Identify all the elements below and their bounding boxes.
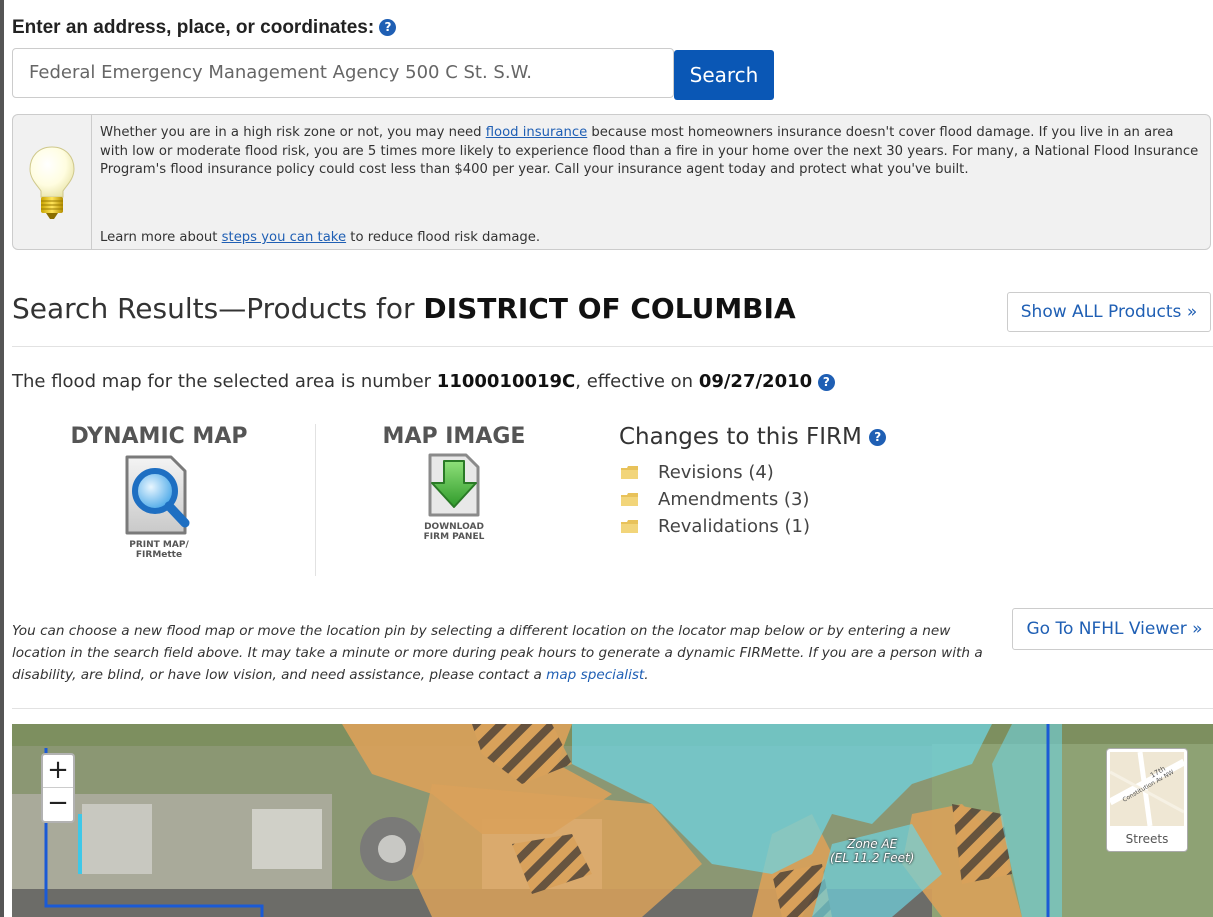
zoom-out-button[interactable]: − — [43, 788, 73, 821]
zoom-in-button[interactable]: + — [43, 755, 73, 788]
basemap-thumbnail: 17th Constitution Av NW — [1110, 752, 1184, 826]
zoom-control: + − — [41, 753, 75, 823]
folder-icon — [621, 520, 638, 533]
zone-ae-label: Zone AE (EL 11.2 Feet) — [830, 837, 914, 865]
flood-map-info: The flood map for the selected area is n… — [12, 371, 835, 392]
changes-title: Changes to this FIRM ? — [619, 424, 887, 450]
page: Enter an address, place, or coordinates:… — [4, 0, 1213, 917]
show-all-products-button[interactable]: Show ALL Products » — [1007, 292, 1211, 332]
change-item-amendments[interactable]: Amendments (3) — [621, 486, 810, 513]
changes-list: Revisions (4) Amendments (3) Revalidatio… — [621, 459, 810, 540]
notice-end: . — [644, 667, 649, 683]
tip-text: Whether you are in a high risk zone or n… — [100, 124, 1200, 180]
product-divider — [315, 424, 316, 576]
location-notice: You can choose a new flood map or move t… — [12, 620, 992, 686]
map-specialist-link[interactable]: map specialist — [546, 667, 644, 683]
map-image-product[interactable]: MAP IMAGE DOWNLOAD FIRM PANEL — [354, 424, 554, 542]
dynamic-map-caption-line1: PRINT MAP/ — [129, 540, 189, 550]
lightbulb-icon — [29, 146, 75, 219]
help-icon[interactable]: ? — [379, 19, 397, 37]
tip-text-start: Whether you are in a high risk zone or n… — [100, 125, 486, 140]
effective-date: 09/27/2010 — [698, 371, 813, 392]
map-imagery — [12, 724, 1213, 917]
basemap-label: Streets — [1125, 832, 1169, 846]
nfhl-viewer-button[interactable]: Go To NFHL Viewer » — [1012, 608, 1213, 650]
address-label: Enter an address, place, or coordinates:… — [12, 17, 397, 39]
map-image-title: MAP IMAGE — [382, 424, 526, 449]
download-icon[interactable] — [422, 453, 486, 517]
flood-insurance-link[interactable]: flood insurance — [486, 125, 587, 140]
map-image-caption-line1: DOWNLOAD — [424, 522, 484, 532]
search-input[interactable]: Federal Emergency Management Agency 500 … — [12, 48, 674, 98]
magnifier-document-icon[interactable] — [119, 453, 199, 537]
dynamic-map-caption: PRINT MAP/ FIRMette — [54, 540, 264, 560]
results-place: DISTRICT OF COLUMBIA — [423, 292, 796, 325]
dynamic-map-product[interactable]: DYNAMIC MAP PRINT MAP/ FIRMette — [54, 424, 264, 560]
change-item-label: Revisions (4) — [658, 462, 774, 483]
flood-map-number: 1100010019C — [436, 371, 576, 392]
help-icon[interactable]: ? — [869, 429, 887, 446]
learn-more-text: Learn more about — [100, 230, 222, 245]
dynamic-map-title: DYNAMIC MAP — [70, 424, 248, 449]
tip-learn-more: Learn more about steps you can take to r… — [100, 230, 540, 245]
divider — [12, 708, 1213, 709]
changes-title-text: Changes to this FIRM — [619, 424, 862, 450]
change-item-revisions[interactable]: Revisions (4) — [621, 459, 810, 486]
flood-map-text-mid: , effective on — [575, 371, 699, 392]
dynamic-map-caption-line2: FIRMette — [135, 550, 183, 560]
tip-icon-column — [13, 115, 92, 249]
learn-more-end: to reduce flood risk damage. — [346, 230, 541, 245]
address-label-text: Enter an address, place, or coordinates: — [12, 17, 375, 38]
folder-icon — [621, 466, 638, 479]
divider — [12, 346, 1213, 347]
help-icon[interactable]: ? — [817, 373, 835, 391]
change-item-label: Revalidations (1) — [658, 516, 810, 537]
change-item-revalidations[interactable]: Revalidations (1) — [621, 513, 810, 540]
map-image-caption-line2: FIRM PANEL — [423, 532, 485, 542]
street-map-icon: 17th Constitution Av NW — [1110, 752, 1184, 826]
notice-text: You can choose a new flood map or move t… — [12, 623, 983, 683]
results-title: Search Results—Products for DISTRICT OF … — [12, 292, 796, 325]
steps-link[interactable]: steps you can take — [222, 230, 346, 245]
zone-label-line1: Zone AE — [847, 837, 898, 851]
folder-icon — [621, 493, 638, 506]
flood-insurance-tip: Whether you are in a high risk zone or n… — [12, 114, 1211, 250]
map-image-caption: DOWNLOAD FIRM PANEL — [354, 522, 554, 542]
locator-map[interactable]: + − Zone AE (EL 11.2 Feet) 17th Constitu… — [12, 724, 1213, 917]
zone-label-line2: (EL 11.2 Feet) — [830, 851, 915, 865]
basemap-toggle[interactable]: 17th Constitution Av NW Streets — [1106, 748, 1188, 852]
change-item-label: Amendments (3) — [658, 489, 810, 510]
search-button[interactable]: Search — [674, 50, 774, 100]
results-title-prefix: Search Results—Products for — [12, 292, 424, 325]
flood-map-text: The flood map for the selected area is n… — [12, 371, 437, 392]
